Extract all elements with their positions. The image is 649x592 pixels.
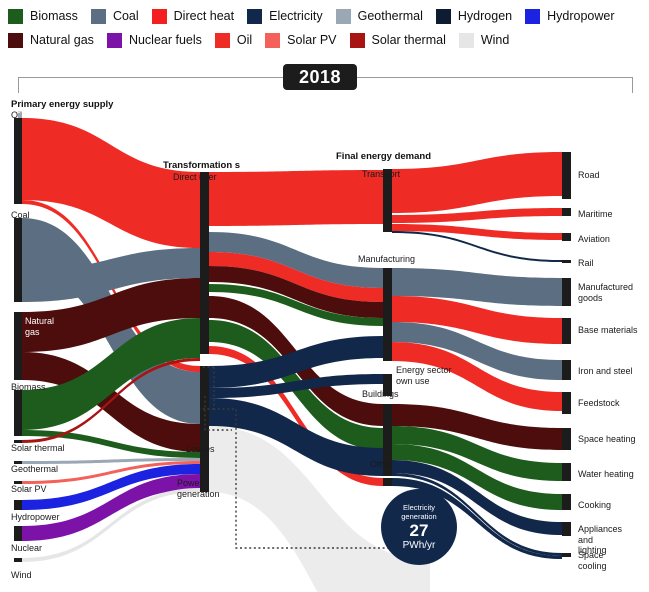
sankey-node-rail[interactable] xyxy=(562,260,571,263)
node-label-line: Energy sector xyxy=(396,365,452,375)
node-label-transport: Transport xyxy=(362,169,400,180)
node-label-aviation: Aviation xyxy=(578,234,610,245)
node-label-biomass: Biomass xyxy=(11,382,46,393)
sankey-node-maritime[interactable] xyxy=(562,208,571,216)
node-label-line: Space xyxy=(578,550,604,560)
node-label-oil: Oil xyxy=(11,110,22,121)
elec-badge-line2: generation xyxy=(401,512,437,521)
node-label-line: Iron and steel xyxy=(578,366,633,376)
node-label-energy_sector: Energy sector own use xyxy=(396,365,456,386)
losses-label: Losses xyxy=(186,444,215,454)
elec-badge-line1: Electricity xyxy=(402,503,436,512)
node-label-line: Transport xyxy=(362,169,401,179)
node-label-road: Road xyxy=(578,170,600,181)
sankey-node-natural_gas[interactable] xyxy=(14,312,22,380)
node-label-line: Solar thermal xyxy=(11,443,65,453)
sankey-node-iron_and_steel[interactable] xyxy=(562,360,571,380)
sankey-node-space_heating[interactable] xyxy=(562,428,571,450)
node-label-line: Nuclear xyxy=(11,543,43,553)
sankey-node-aviation[interactable] xyxy=(562,233,571,241)
node-label-line: Direct user xyxy=(173,172,217,182)
node-label-manufacturing: Manufacturing xyxy=(358,254,415,265)
node-label-other: Other xyxy=(370,459,393,470)
node-label-line: Road xyxy=(578,170,600,180)
node-label-space_cooling: Space cooling xyxy=(578,550,638,571)
node-label-line: Water heating xyxy=(578,469,634,479)
node-label-buildings: Buildings xyxy=(362,389,399,400)
node-label-manufactured_goods: Manufactured goods xyxy=(578,282,638,303)
node-label-hydropower: Hydropower xyxy=(11,512,60,523)
sankey-node-oil[interactable] xyxy=(14,118,22,204)
node-label-iron_and_steel: Iron and steel xyxy=(578,366,633,377)
node-label-feedstock: Feedstock xyxy=(578,398,620,409)
node-label-natural_gas: Natural gas xyxy=(25,316,71,337)
node-label-line: Coal xyxy=(11,210,30,220)
node-label-line: own use xyxy=(396,375,430,386)
sankey-node-coal[interactable] xyxy=(14,218,22,302)
node-label-power_generation: Power generation xyxy=(177,478,237,499)
node-label-line: Wind xyxy=(11,570,32,580)
node-label-line: generation xyxy=(177,488,220,499)
node-label-line: Biomass xyxy=(11,382,46,392)
node-label-line: Geothermal xyxy=(11,464,59,474)
node-label-line: Natural xyxy=(25,316,55,326)
node-label-nuclear: Nuclear xyxy=(11,543,42,554)
node-label-base_materials: Base materials xyxy=(578,325,638,336)
node-label-line: Rail xyxy=(578,258,594,268)
node-label-rail: Rail xyxy=(578,258,594,269)
node-label-space_heating: Space heating xyxy=(578,434,636,445)
node-label-geothermal: Geothermal xyxy=(11,464,58,475)
node-label-direct_user: Direct user xyxy=(173,172,217,183)
sankey-diagram-page: Biomass Coal Direct heat Electricity Geother… xyxy=(0,0,649,592)
node-label-solar_pv: Solar PV xyxy=(11,484,47,495)
node-label-line: Oil xyxy=(11,110,22,120)
node-label-line: Solar PV xyxy=(11,484,47,494)
node-label-wind: Wind xyxy=(11,570,32,581)
sankey-node-direct_user[interactable] xyxy=(200,172,209,354)
node-label-line: Feedstock xyxy=(578,398,620,408)
sankey-link-direct_user-to-transport[interactable] xyxy=(209,170,383,226)
node-label-line: goods xyxy=(578,292,603,303)
sankey-node-manufactured_goods[interactable] xyxy=(562,278,571,306)
node-label-line: Manufactured xyxy=(578,282,634,292)
node-label-cooking: Cooking xyxy=(578,500,611,511)
sankey-node-cooking[interactable] xyxy=(562,494,571,510)
node-label-line: Base materials xyxy=(578,325,638,335)
node-label-line: cooling xyxy=(578,560,607,571)
elec-badge-value: 27 xyxy=(409,521,429,540)
sankey-links xyxy=(22,118,562,592)
sankey-node-wind[interactable] xyxy=(14,558,22,562)
node-label-solar_thermal: Solar thermal xyxy=(11,443,65,454)
sankey-node-space_cooling[interactable] xyxy=(562,553,571,557)
node-label-line: Other xyxy=(370,459,393,469)
node-label-line: Buildings xyxy=(362,389,399,399)
node-label-line: Cooking xyxy=(578,500,612,510)
sankey-node-biomass[interactable] xyxy=(14,390,22,436)
node-label-line: Aviation xyxy=(578,234,610,244)
sankey-node-base_materials[interactable] xyxy=(562,318,571,344)
node-label-water_heating: Water heating xyxy=(578,469,634,480)
sankey-link-transport-to-aviation[interactable] xyxy=(392,224,562,240)
node-label-line: Power xyxy=(177,478,203,488)
node-label-line: Maritime xyxy=(578,209,613,219)
node-label-line: Hydropower xyxy=(11,512,60,522)
sankey-node-feedstock[interactable] xyxy=(562,392,571,414)
sankey-node-water_heating[interactable] xyxy=(562,463,571,481)
sankey-node-road[interactable] xyxy=(562,152,571,199)
node-label-coal: Coal xyxy=(11,210,30,221)
node-label-line: gas xyxy=(25,326,40,337)
elec-badge-unit: PWh/yr xyxy=(402,540,436,551)
node-label-line: Appliances and xyxy=(578,524,623,545)
node-label-line: Manufacturing xyxy=(358,254,416,264)
sankey-link-transport-to-road[interactable] xyxy=(392,152,562,213)
sankey-node-nuclear[interactable] xyxy=(14,526,22,541)
sankey-node-other[interactable] xyxy=(383,478,392,486)
node-label-maritime: Maritime xyxy=(578,209,613,220)
sankey-canvas xyxy=(14,118,571,592)
sankey-node-manufacturing[interactable] xyxy=(383,268,392,361)
node-label-line: Space heating xyxy=(578,434,636,444)
sankey-node-hydropower[interactable] xyxy=(14,500,22,510)
electricity-generation-badge: Electricity generation 27 PWh/yr xyxy=(381,489,457,565)
sankey-node-appliances_lighting[interactable] xyxy=(562,522,571,536)
